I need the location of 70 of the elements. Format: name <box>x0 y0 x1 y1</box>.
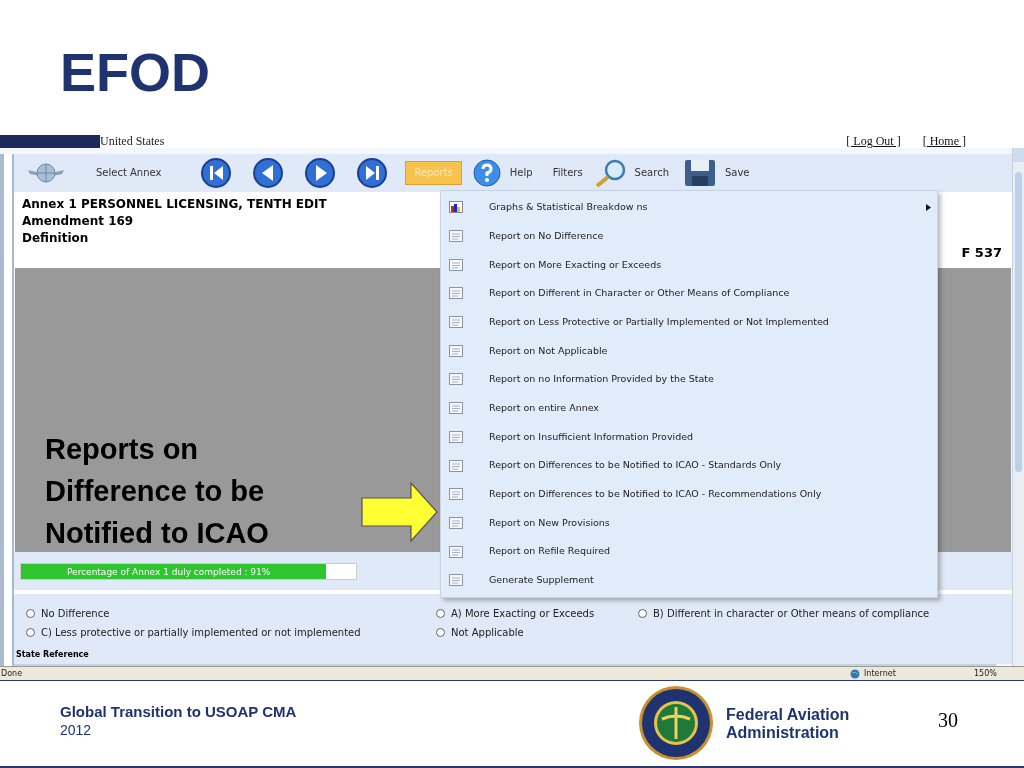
last-page-icon[interactable] <box>355 156 390 189</box>
option-label: C) Less protective or partially implemented or not implemented <box>41 626 361 640</box>
menu-item[interactable]: Report on entire Annex <box>441 393 937 423</box>
menu-item[interactable]: Report on Differences to be Notified to ICAO - Recommendations Only <box>441 479 937 509</box>
option-label: No Difference <box>41 607 110 621</box>
document-icon <box>449 316 463 329</box>
menu-item[interactable]: Report on no Information Provided by the State <box>441 365 937 394</box>
document-icon <box>449 430 463 443</box>
select-annex-link[interactable]: Select Annex <box>96 165 162 181</box>
radio-button[interactable] <box>436 628 445 637</box>
state-reference-label: State Reference <box>16 650 89 659</box>
menu-item[interactable]: Report on Insufficient Information Provided <box>441 422 937 452</box>
zoom-level[interactable]: 150% <box>974 667 1024 680</box>
radio-button[interactable] <box>26 628 35 637</box>
document-icon <box>449 258 463 271</box>
state-name: United States <box>100 134 165 148</box>
option-label: A) More Exacting or Exceeds <box>451 607 595 621</box>
scrollbar[interactable] <box>1012 148 1024 666</box>
status-text: Done <box>0 667 23 680</box>
page-number: 30 <box>938 708 958 733</box>
option-label: Not Applicable <box>451 626 524 640</box>
document-heading: Definition <box>22 229 89 247</box>
document-icon <box>449 230 463 243</box>
document-icon <box>449 574 463 587</box>
agency-name: Federal Aviation Administration <box>726 706 851 742</box>
submenu-arrow-icon <box>926 203 931 211</box>
filters-link[interactable]: Filters <box>552 165 583 181</box>
menu-item[interactable]: Generate Supplement <box>441 565 937 595</box>
document-icon <box>449 373 463 386</box>
bar-chart-icon <box>449 201 463 214</box>
radio-button[interactable] <box>26 609 35 618</box>
option-label: B) Different in character or Other means of compliance <box>653 607 930 621</box>
save-icon[interactable] <box>682 157 717 188</box>
search-link[interactable]: Search <box>634 165 669 181</box>
footer-title: Global Transition to USOAP CMA <box>60 703 297 721</box>
menu-item[interactable]: Report on Not Applicable <box>441 336 937 366</box>
document-icon <box>449 344 463 357</box>
menu-item[interactable]: Graphs & Statistical Breakdow ns <box>441 193 937 222</box>
callout-text: Reports on Difference to be Notified to ICAO <box>45 432 270 551</box>
document-icon <box>449 402 463 415</box>
document-icon <box>449 516 463 529</box>
prev-page-icon[interactable] <box>251 156 286 189</box>
menu-item[interactable]: Report on Refile Required <box>441 537 937 566</box>
first-page-icon[interactable] <box>199 156 234 189</box>
radio-button[interactable] <box>638 609 647 618</box>
document-icon <box>449 287 463 300</box>
header-link[interactable]: [ Home ] <box>922 134 966 148</box>
header-link[interactable]: [ Log Out ] <box>846 134 901 148</box>
radio-button[interactable] <box>436 609 445 618</box>
help-link[interactable]: Help <box>509 165 533 181</box>
menu-item[interactable]: Report on Different in Character or Other Means of Compliance <box>441 279 937 308</box>
document-icon <box>449 545 463 558</box>
arrow-icon <box>361 482 438 542</box>
menu-item[interactable]: Report on Differences to be Notified to ICAO - Standards Only <box>441 451 937 480</box>
document-icon <box>449 488 463 501</box>
next-page-icon[interactable] <box>303 156 338 189</box>
globe-icon <box>850 668 860 679</box>
document-heading: Amendment 169 <box>22 212 134 230</box>
save-link[interactable]: Save <box>724 165 750 181</box>
slide-title: EFOD <box>60 41 210 104</box>
zone-label: Internet <box>864 667 897 680</box>
menu-item[interactable]: Report on New Provisions <box>441 508 937 538</box>
menu-item[interactable]: Report on No Difference <box>441 221 937 251</box>
progress-label: Percentage of Annex 1 duly completed : 91% <box>67 565 271 579</box>
document-heading: Annex 1 PERSONNEL LICENSING, TENTH EDIT <box>22 195 327 213</box>
document-icon <box>449 459 463 472</box>
menu-item[interactable]: Report on Less Protective or Partially Implemented or Not Implemented <box>441 307 937 337</box>
item-count: F 537 <box>961 243 1002 261</box>
menu-item[interactable]: Report on More Exacting or Exceeds <box>441 250 937 280</box>
footer-year: 2012 <box>60 721 93 739</box>
